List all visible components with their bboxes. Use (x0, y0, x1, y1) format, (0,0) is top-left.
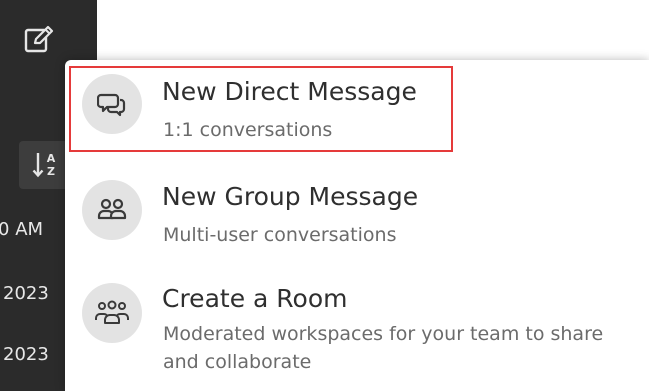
timestamp-prefix: 0 (0, 219, 10, 240)
group-icon (97, 198, 127, 220)
menu-item-new-direct-message[interactable]: New Direct Message 1:1 conversations (65, 60, 649, 160)
svg-text:A: A (47, 152, 56, 165)
menu-item-create-room[interactable]: Create a Room Moderated workspaces for y… (65, 268, 649, 391)
compose-button[interactable] (18, 20, 60, 60)
menu-item-title: Create a Room (162, 284, 348, 313)
menu-item-title: New Group Message (162, 182, 419, 211)
sort-az-icon: A Z (32, 152, 56, 178)
icon-circle (82, 180, 142, 240)
icon-circle (82, 283, 142, 343)
menu-item-subtitle: Multi-user conversations (163, 224, 397, 246)
room-icon (95, 300, 129, 324)
new-conversation-menu: New Direct Message 1:1 conversations New… (65, 60, 649, 391)
date-fragment: 2023 (3, 344, 49, 365)
timestamp-fragment: 0 AM (0, 219, 43, 240)
svg-text:Z: Z (47, 165, 55, 178)
menu-item-subtitle: Moderated workspaces for your team to sh… (163, 323, 604, 373)
selection-highlight (69, 66, 453, 152)
date-fragment: 2023 (3, 283, 49, 304)
timestamp-ampm: AM (15, 219, 44, 240)
menu-item-new-group-message[interactable]: New Group Message Multi-user conversatio… (65, 164, 649, 264)
compose-icon (24, 25, 54, 53)
top-bar (97, 0, 649, 60)
